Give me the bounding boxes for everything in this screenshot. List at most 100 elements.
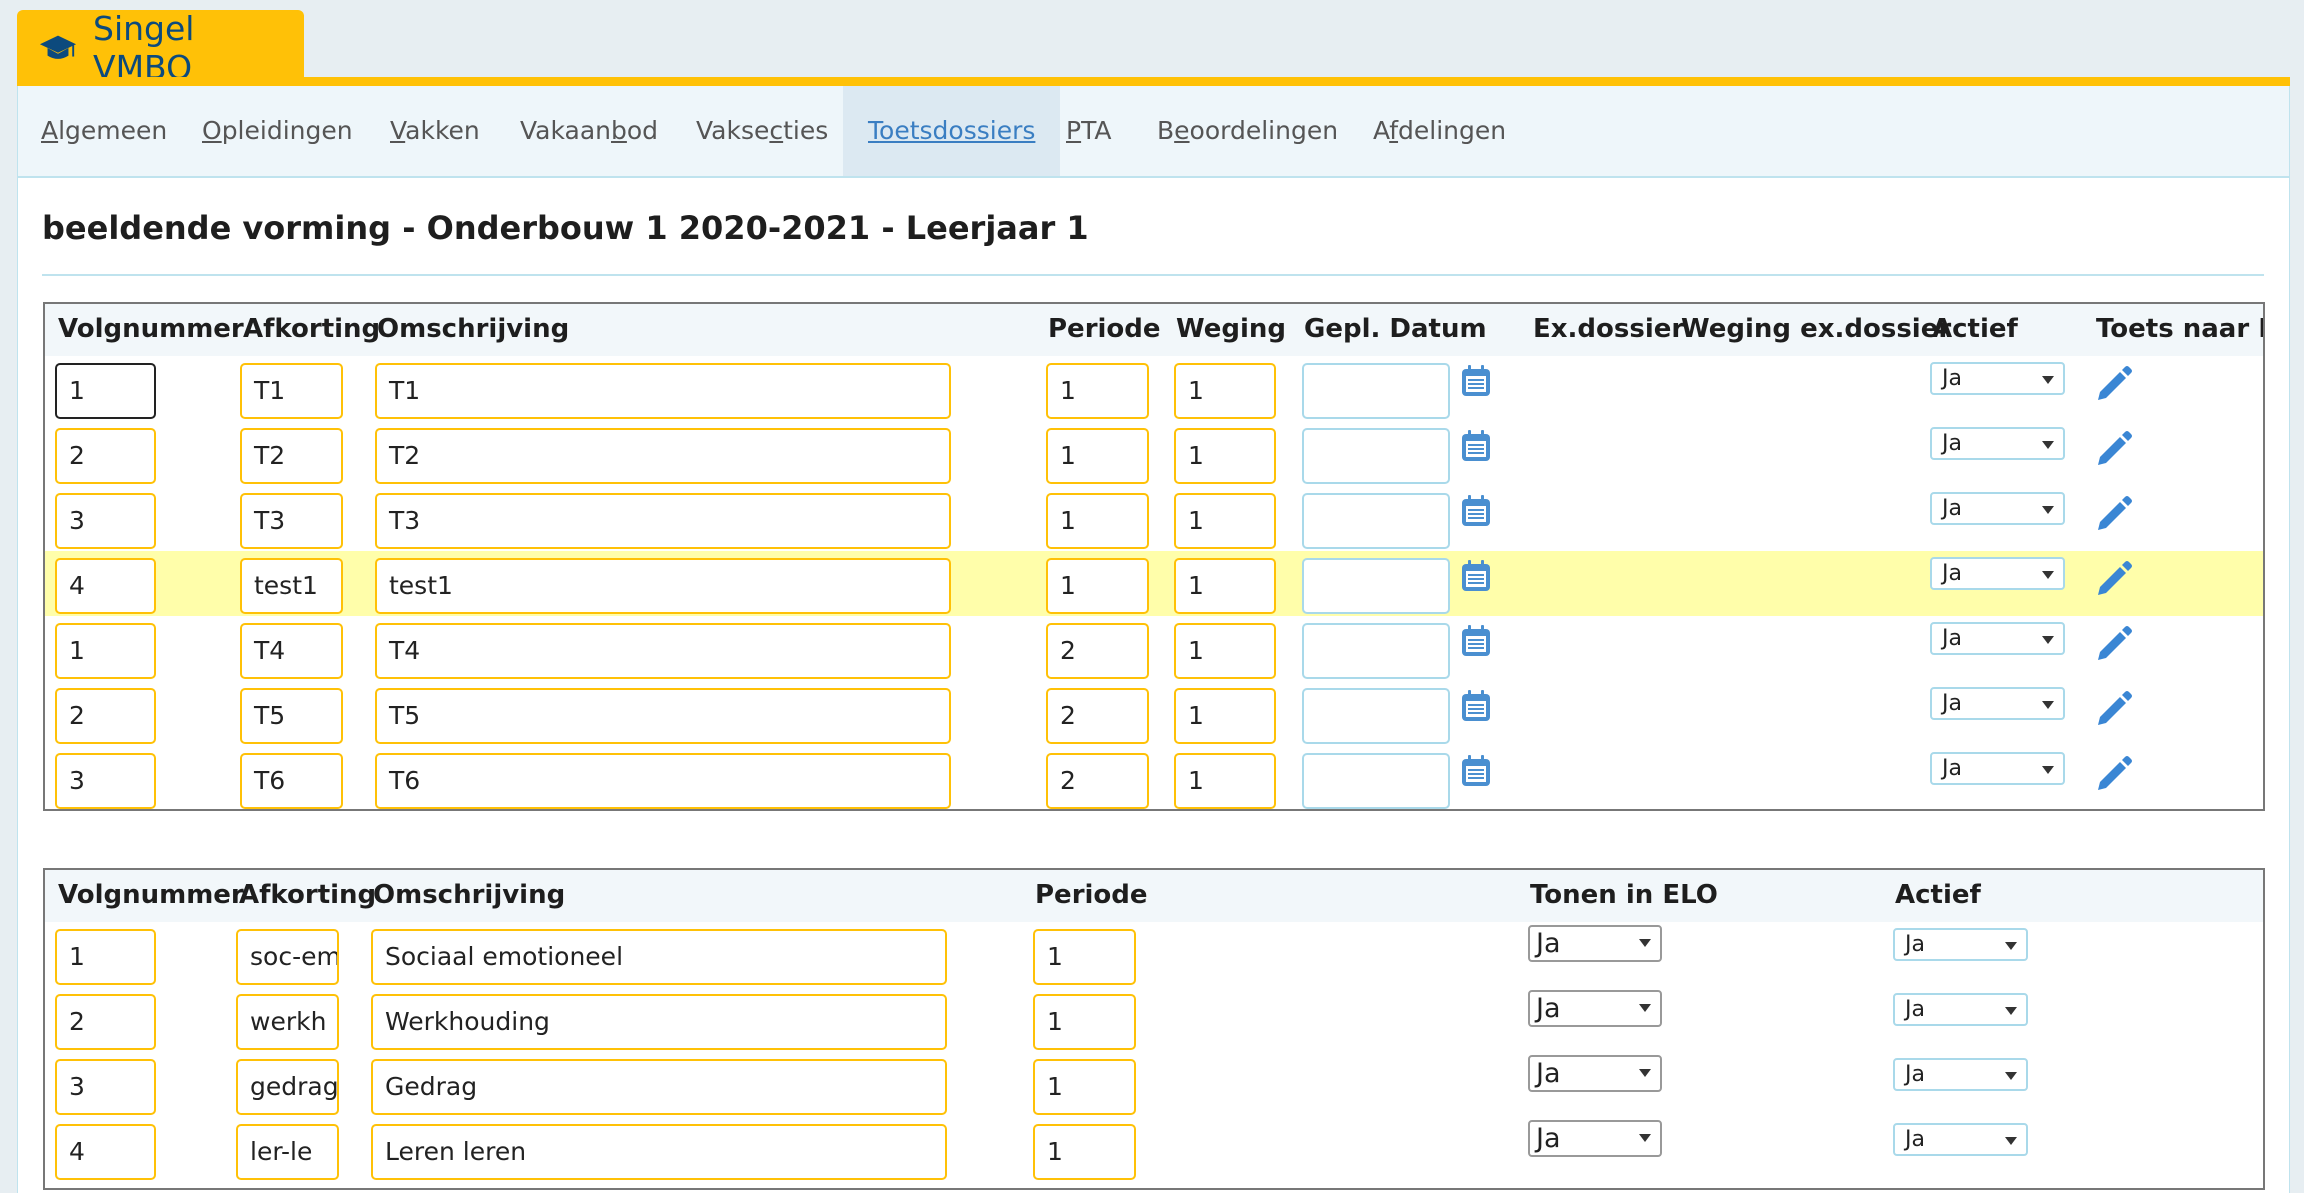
- date-input[interactable]: [1302, 493, 1450, 549]
- afkorting-input[interactable]: T5: [240, 688, 343, 744]
- page-title: beeldende vorming - Onderbouw 1 2020-202…: [42, 209, 1089, 247]
- date-input[interactable]: [1302, 428, 1450, 484]
- col-header-weging-ex-dossier: Weging ex.dossier: [1681, 314, 1952, 344]
- afkorting-input[interactable]: T1: [240, 363, 343, 419]
- periode-input[interactable]: 1: [1033, 1059, 1136, 1115]
- tonen-in-elo-select[interactable]: Ja: [1528, 1055, 1662, 1092]
- calendar-icon[interactable]: [1459, 429, 1493, 463]
- periode-input[interactable]: 1: [1033, 1124, 1136, 1180]
- periode-input[interactable]: 2: [1046, 623, 1149, 679]
- afkorting-input[interactable]: werkh: [236, 994, 339, 1050]
- periode-input[interactable]: 2: [1046, 753, 1149, 809]
- weging-input[interactable]: 1: [1174, 688, 1276, 744]
- date-input[interactable]: [1302, 623, 1450, 679]
- omschrijving-input[interactable]: Werkhouding: [371, 994, 947, 1050]
- omschrijving-input[interactable]: T4: [375, 623, 951, 679]
- calendar-icon[interactable]: [1459, 754, 1493, 788]
- afkorting-input[interactable]: ler-le: [236, 1124, 339, 1180]
- actief-select[interactable]: Ja: [1930, 687, 2065, 720]
- tonen-in-elo-select[interactable]: Ja: [1528, 990, 1662, 1027]
- periode-input[interactable]: 1: [1033, 994, 1136, 1050]
- afkorting-input[interactable]: T2: [240, 428, 343, 484]
- nav-item-afdelingen[interactable]: Afdelingen: [1373, 86, 1506, 176]
- periode-input[interactable]: 1: [1046, 363, 1149, 419]
- omschrijving-input[interactable]: test1: [375, 558, 951, 614]
- periode-input[interactable]: 1: [1033, 929, 1136, 985]
- omschrijving-input[interactable]: Sociaal emotioneel: [371, 929, 947, 985]
- calendar-icon[interactable]: [1459, 624, 1493, 658]
- edit-pencil-icon[interactable]: [2094, 624, 2134, 664]
- weging-input[interactable]: 1: [1174, 623, 1276, 679]
- volgnummer-input[interactable]: 1: [55, 623, 156, 679]
- app-tab[interactable]: Singel VMBO: [17, 9, 304, 87]
- nav-label-accesskey: P: [1066, 116, 1082, 145]
- volgnummer-input[interactable]: 4: [55, 558, 156, 614]
- edit-pencil-icon[interactable]: [2094, 494, 2134, 534]
- periode-input[interactable]: 1: [1046, 428, 1149, 484]
- edit-pencil-icon[interactable]: [2094, 754, 2134, 794]
- volgnummer-input[interactable]: 1: [55, 363, 156, 419]
- volgnummer-input[interactable]: 3: [55, 493, 156, 549]
- actief-select[interactable]: Ja: [1930, 362, 2065, 395]
- date-input[interactable]: [1302, 688, 1450, 744]
- calendar-icon[interactable]: [1459, 689, 1493, 723]
- periode-input[interactable]: 2: [1046, 688, 1149, 744]
- nav-item-algemeen[interactable]: Algemeen: [41, 86, 167, 176]
- calendar-icon[interactable]: [1459, 364, 1493, 398]
- volgnummer-input[interactable]: 2: [55, 428, 156, 484]
- weging-input[interactable]: 1: [1174, 363, 1276, 419]
- edit-pencil-icon[interactable]: [2094, 364, 2134, 404]
- edit-pencil-icon[interactable]: [2094, 559, 2134, 599]
- afkorting-input[interactable]: T4: [240, 623, 343, 679]
- actief-select[interactable]: Ja: [1930, 752, 2065, 785]
- afkorting-input[interactable]: T6: [240, 753, 343, 809]
- volgnummer-input[interactable]: 3: [55, 753, 156, 809]
- omschrijving-input[interactable]: Leren leren: [371, 1124, 947, 1180]
- edit-pencil-icon[interactable]: [2094, 689, 2134, 729]
- actief-select[interactable]: Ja: [1930, 622, 2065, 655]
- actief-select[interactable]: Ja: [1893, 928, 2028, 961]
- volgnummer-input[interactable]: 2: [55, 994, 156, 1050]
- periode-input[interactable]: 1: [1046, 493, 1149, 549]
- omschrijving-input[interactable]: T2: [375, 428, 951, 484]
- nav-item-pta[interactable]: PTA: [1066, 86, 1112, 176]
- date-input[interactable]: [1302, 753, 1450, 809]
- omschrijving-input[interactable]: T1: [375, 363, 951, 419]
- periode-input[interactable]: 1: [1046, 558, 1149, 614]
- afkorting-input[interactable]: T3: [240, 493, 343, 549]
- calendar-icon[interactable]: [1459, 559, 1493, 593]
- afkorting-input[interactable]: test1: [240, 558, 343, 614]
- actief-select[interactable]: Ja: [1930, 492, 2065, 525]
- weging-input[interactable]: 1: [1174, 558, 1276, 614]
- volgnummer-input[interactable]: 2: [55, 688, 156, 744]
- nav-item-vaksecties[interactable]: Vaksecties: [696, 86, 828, 176]
- omschrijving-input[interactable]: T3: [375, 493, 951, 549]
- date-input[interactable]: [1302, 363, 1450, 419]
- nav-item-vakken[interactable]: Vakken: [390, 86, 480, 176]
- calendar-icon[interactable]: [1459, 494, 1493, 528]
- omschrijving-input[interactable]: T5: [375, 688, 951, 744]
- actief-select[interactable]: Ja: [1893, 1123, 2028, 1156]
- nav-item-toetsdossiers[interactable]: Toetsdossiers: [843, 86, 1061, 176]
- actief-select[interactable]: Ja: [1930, 557, 2065, 590]
- nav-item-vakaanbod[interactable]: Vakaanbod: [520, 86, 658, 176]
- date-input[interactable]: [1302, 558, 1450, 614]
- tonen-in-elo-select[interactable]: Ja: [1528, 925, 1662, 962]
- weging-input[interactable]: 1: [1174, 753, 1276, 809]
- tonen-in-elo-select[interactable]: Ja: [1528, 1120, 1662, 1157]
- volgnummer-input[interactable]: 4: [55, 1124, 156, 1180]
- volgnummer-input[interactable]: 3: [55, 1059, 156, 1115]
- actief-select[interactable]: Ja: [1893, 993, 2028, 1026]
- volgnummer-input[interactable]: 1: [55, 929, 156, 985]
- afkorting-input[interactable]: soc-em: [236, 929, 339, 985]
- omschrijving-input[interactable]: T6: [375, 753, 951, 809]
- edit-pencil-icon[interactable]: [2094, 429, 2134, 469]
- actief-select[interactable]: Ja: [1893, 1058, 2028, 1091]
- nav-item-beoordelingen[interactable]: Beoordelingen: [1157, 86, 1338, 176]
- weging-input[interactable]: 1: [1174, 493, 1276, 549]
- afkorting-input[interactable]: gedrag: [236, 1059, 339, 1115]
- nav-item-opleidingen[interactable]: Opleidingen: [202, 86, 353, 176]
- weging-input[interactable]: 1: [1174, 428, 1276, 484]
- actief-select[interactable]: Ja: [1930, 427, 2065, 460]
- omschrijving-input[interactable]: Gedrag: [371, 1059, 947, 1115]
